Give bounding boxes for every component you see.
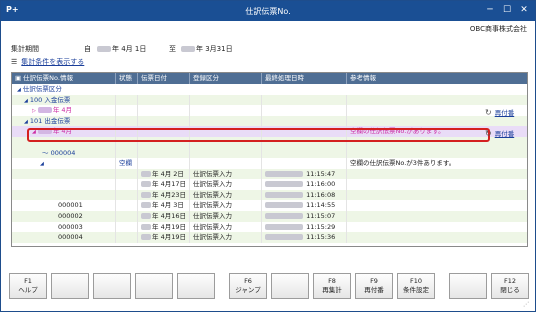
collapse-icon: ◢ (24, 97, 28, 104)
collapse-icon: ◢ (40, 161, 44, 167)
period-label: 集計期間 (11, 45, 39, 53)
voucher-date: 年 4月17日 (138, 179, 190, 190)
fkey-empty[interactable] (177, 273, 215, 299)
refresh-icon: ↻ (485, 108, 492, 117)
tree-row-101[interactable]: ◢ 101 出金伝票 (12, 115, 527, 127)
entry-type: 仕訳伝票入力 (190, 221, 262, 233)
voucher-date: 年 4月 2日 (138, 168, 190, 180)
renumber-link-101[interactable]: ↻ 再付番 (485, 128, 514, 138)
header-reference: 参考情報 (350, 74, 376, 82)
table-row[interactable]: 年 4月 2日 仕訳伝票入力 11:15:47 (12, 168, 527, 180)
company-name: OBC商事株式会社 (469, 25, 527, 33)
header-last-processed: 最終処理日時 (262, 73, 347, 84)
voucher-no (12, 168, 116, 180)
tree-row-root[interactable]: ◢ 仕訳伝票区分 (12, 84, 527, 95)
voucher-no: 000002 (12, 211, 116, 222)
entry-type: 仕訳伝票入力 (190, 200, 262, 211)
fkey-f12[interactable]: F12 閉じる (491, 273, 529, 299)
fkey-f1[interactable]: F1 ヘルプ (9, 273, 47, 299)
voucher-date: 年 4月16日 (138, 211, 190, 222)
refresh-icon: ↻ (485, 129, 492, 138)
maximize-icon[interactable]: ☐ (500, 4, 514, 17)
entry-type: 仕訳伝票入力 (190, 168, 262, 180)
function-key-bar: F1 ヘルプ F6 ジャンプ F8 再集計 F9 再付番 F10 条件設定 F12 閉じる (9, 273, 529, 299)
from-date: 年 4月 1日 (97, 44, 146, 54)
voucher-no: 000003 (12, 221, 116, 233)
window-title: 仕訳伝票No. (245, 7, 291, 16)
header-status: 状態 (116, 73, 138, 84)
voucher-date: 年 4月19日 (138, 221, 190, 233)
last-processed: 11:16:08 (262, 189, 347, 201)
voucher-no (12, 179, 116, 190)
fkey-f8[interactable]: F8 再集計 (313, 273, 351, 299)
last-processed: 11:15:07 (262, 211, 347, 222)
voucher-date: 年 4月 3日 (138, 200, 190, 211)
reference-empty-count: 空欄の仕訳伝票No.が3件あります。 (350, 159, 456, 167)
voucher-no (12, 189, 116, 201)
last-processed: 11:15:36 (262, 232, 347, 243)
header-date: 伝票日付 (138, 73, 190, 84)
voucher-no: 000001 (12, 200, 116, 211)
fkey-empty[interactable] (93, 273, 131, 299)
to-date: 年 3月31日 (181, 44, 233, 54)
fkey-empty[interactable] (449, 273, 487, 299)
table-row[interactable]: 年 4月17日 仕訳伝票入力 11:16:00 (12, 179, 527, 190)
entry-type: 仕訳伝票入力 (190, 211, 262, 222)
expand-icon: ▷ (32, 108, 36, 115)
grid-icon: ▣ (15, 74, 22, 82)
voucher-date: 年 4月19日 (138, 232, 190, 243)
main-window: P+ 仕訳伝票No. ─ ☐ ✕ OBC商事株式会社 集計期間 自 年 4月 1… (0, 0, 536, 312)
fkey-f10[interactable]: F10 条件設定 (397, 273, 435, 299)
to-label: 至 (169, 45, 176, 53)
fkey-empty[interactable] (271, 273, 309, 299)
highlight-box (27, 128, 490, 142)
title-bar: P+ 仕訳伝票No. ─ ☐ ✕ (1, 1, 535, 21)
voucher-no: 000004 (12, 232, 116, 243)
tree-row-100-month[interactable]: ▷ 年 4月 (12, 105, 527, 116)
minimize-icon[interactable]: ─ (483, 4, 497, 17)
table-row[interactable]: 000002 年 4月16日 仕訳伝票入力 11:15:07 (12, 211, 527, 222)
fkey-f9[interactable]: F9 再付番 (355, 273, 393, 299)
show-conditions-link[interactable]: ☰ 集計条件を表示する (11, 57, 84, 67)
close-icon[interactable]: ✕ (517, 4, 531, 17)
table-row[interactable]: 000004 年 4月19日 仕訳伝票入力 11:15:36 (12, 232, 527, 243)
header-entry-type: 登録区分 (190, 73, 262, 84)
entry-type: 仕訳伝票入力 (190, 189, 262, 201)
table-row[interactable]: 年 4月23日 仕訳伝票入力 11:16:08 (12, 189, 527, 201)
voucher-date: 年 4月23日 (138, 189, 190, 201)
table-row[interactable]: 000003 年 4月19日 仕訳伝票入力 11:15:29 (12, 221, 527, 233)
last-processed: 11:16:00 (262, 179, 347, 190)
entry-type: 仕訳伝票入力 (190, 232, 262, 243)
voucher-grid[interactable]: ▣ 仕訳伝票No.情報 状態 伝票日付 登録区分 最終処理日時 参考情報 ◢ 仕訳伝… (11, 72, 528, 247)
last-processed: 11:14:55 (262, 200, 347, 211)
fkey-empty[interactable] (135, 273, 173, 299)
grid-header: ▣ 仕訳伝票No.情報 状態 伝票日付 登録区分 最終処理日時 参考情報 (12, 73, 527, 84)
last-processed: 11:15:29 (262, 221, 347, 233)
fkey-f6[interactable]: F6 ジャンプ (229, 273, 267, 299)
resize-grip-icon[interactable]: ⋰ (523, 301, 533, 309)
entry-type: 仕訳伝票入力 (190, 179, 262, 190)
collapse-icon: ◢ (24, 118, 28, 125)
from-label: 自 (84, 45, 91, 53)
list-icon: ☰ (11, 58, 18, 66)
fkey-empty[interactable] (51, 273, 89, 299)
tree-row-100[interactable]: ◢ 100 入金伝票 (12, 94, 527, 106)
header-voucher-info: ▣ 仕訳伝票No.情報 (12, 73, 116, 84)
collapse-icon: ◢ (17, 87, 21, 93)
tree-row-empty[interactable]: ◢ 空欄 空欄の仕訳伝票No.が3件あります。 (12, 158, 527, 169)
last-processed: 11:15:47 (262, 168, 347, 180)
table-row[interactable]: 000001 年 4月 3日 仕訳伝票入力 11:14:55 (12, 200, 527, 211)
renumber-link-100[interactable]: ↻ 再付番 (485, 107, 514, 117)
